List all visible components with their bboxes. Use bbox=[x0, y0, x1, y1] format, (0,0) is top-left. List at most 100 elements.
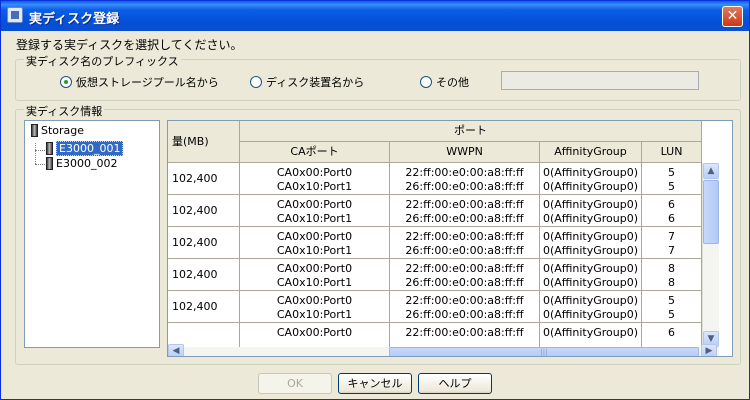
help-button[interactable]: ヘルプ bbox=[418, 373, 492, 394]
affinity-cell: 0(AffinityGroup0) 0(AffinityGroup0) bbox=[540, 163, 642, 195]
radio-pool-name[interactable]: 仮想ストレージプール名から bbox=[60, 74, 219, 90]
disk-icon bbox=[46, 142, 53, 155]
ca-port-cell: CA0x00:Port0 CA0x10:Port1 bbox=[240, 195, 390, 227]
ok-button[interactable]: OK bbox=[258, 373, 332, 394]
wwpn-cell: 22:ff:00:e0:00:a8:ff:ff 26:ff:00:e0:00:a8… bbox=[390, 291, 540, 323]
ca-port-cell: CA0x00:Port0 CA0x10:Port1 bbox=[240, 227, 390, 259]
lun-cell: 88 bbox=[642, 259, 702, 291]
column-header-wwpn[interactable]: WWPN bbox=[390, 142, 540, 163]
horizontal-scrollbar[interactable]: ◀ ||| ▶ bbox=[168, 344, 719, 356]
wwpn-cell-line: 22:ff:00:e0:00:a8:ff:ff bbox=[405, 230, 524, 243]
ca-port-cell: CA0x00:Port0 CA0x10:Port1 bbox=[240, 163, 390, 195]
app-icon bbox=[7, 7, 23, 23]
ca-port-cell-line: CA0x00:Port0 bbox=[276, 294, 353, 307]
disk-info-group: 実ディスク情報 Storage E3000_001 E3000_002 量(MB… bbox=[15, 103, 741, 365]
tree-item-e3000-001[interactable]: E3000_001 bbox=[46, 141, 124, 156]
affinity-cell-line: 0(AffinityGroup0) bbox=[542, 244, 639, 257]
arrow-up-icon[interactable]: ▲ bbox=[703, 163, 719, 179]
tree-root-storage[interactable]: Storage bbox=[31, 124, 84, 137]
radio-selected-icon[interactable] bbox=[60, 76, 72, 88]
wwpn-cell-line: 26:ff:00:e0:00:a8:ff:ff bbox=[405, 276, 524, 289]
arrow-left-icon[interactable]: ◀ bbox=[168, 344, 184, 356]
arrow-right-icon[interactable]: ▶ bbox=[701, 344, 717, 356]
tree-item-e3000-002[interactable]: E3000_002 bbox=[46, 157, 117, 170]
ca-port-cell-line: CA0x10:Port1 bbox=[276, 244, 353, 257]
affinity-cell-line: 0(AffinityGroup0) bbox=[542, 166, 639, 179]
ca-port-cell-line: CA0x10:Port1 bbox=[276, 180, 353, 193]
affinity-cell-line: 0(AffinityGroup0) bbox=[542, 212, 639, 225]
column-header-ca-port[interactable]: CAポート bbox=[240, 142, 390, 163]
wwpn-cell: 22:ff:00:e0:00:a8:ff:ff 26:ff:00:e0:00:a8… bbox=[390, 195, 540, 227]
affinity-cell-line: 0(AffinityGroup0) bbox=[542, 198, 639, 211]
lun-cell-line: 5 bbox=[668, 294, 675, 307]
affinity-cell: 0(AffinityGroup0) 0(AffinityGroup0) bbox=[540, 195, 642, 227]
ca-port-cell-line: CA0x00:Port0 bbox=[276, 230, 353, 243]
table-row[interactable]: 102,400 CA0x00:Port0 CA0x10:Port1 22:ff:00:… bbox=[168, 163, 702, 195]
radio-pool-name-label: 仮想ストレージプール名から bbox=[76, 76, 219, 89]
wwpn-cell-line: 22:ff:00:e0:00:a8:ff:ff bbox=[405, 198, 524, 211]
column-header-port: ポート bbox=[240, 121, 702, 142]
lun-cell-line: 8 bbox=[668, 276, 675, 289]
dialog-body: 登録する実ディスクを選択してください。 実ディスク名のプレフィックス 仮想ストレ… bbox=[4, 31, 746, 397]
close-button[interactable]: ✕ bbox=[722, 6, 743, 27]
lun-cell-line: 5 bbox=[668, 180, 675, 193]
affinity-cell: 0(AffinityGroup0) 0(AffinityGroup0) bbox=[540, 227, 642, 259]
column-header-capacity[interactable]: 量(MB) bbox=[168, 121, 240, 163]
horizontal-scroll-thumb[interactable]: ||| bbox=[389, 347, 699, 356]
table-row[interactable]: 102,400 CA0x00:Port0 CA0x10:Port1 22:ff:00:… bbox=[168, 195, 702, 227]
wwpn-cell: 22:ff:00:e0:00:a8:ff:ff 26:ff:00:e0:00:a8… bbox=[390, 259, 540, 291]
affinity-cell-line: 0(AffinityGroup0) bbox=[542, 326, 639, 339]
ca-port-cell-line: CA0x00:Port0 bbox=[276, 198, 353, 211]
other-prefix-input[interactable] bbox=[501, 71, 699, 90]
affinity-cell-line: 0(AffinityGroup0) bbox=[542, 180, 639, 193]
capacity-value: 102,400 bbox=[172, 236, 218, 249]
capacity-cell: 102,400 bbox=[168, 195, 240, 227]
disk-icon bbox=[31, 124, 38, 137]
lun-cell: 66 bbox=[642, 195, 702, 227]
storage-tree[interactable]: Storage E3000_001 E3000_002 bbox=[24, 120, 160, 348]
wwpn-cell-line: 22:ff:00:e0:00:a8:ff:ff bbox=[405, 262, 524, 275]
wwpn-cell-line: 26:ff:00:e0:00:a8:ff:ff bbox=[405, 212, 524, 225]
lun-cell-line: 6 bbox=[668, 198, 675, 211]
lun-cell-line: 7 bbox=[668, 230, 675, 243]
lun-cell-line: 5 bbox=[668, 166, 675, 179]
radio-unselected-icon[interactable] bbox=[250, 76, 262, 88]
table-row[interactable]: 102,400 CA0x00:Port0 CA0x10:Port1 22:ff:00:… bbox=[168, 291, 702, 323]
radio-device-name-label: ディスク装置名から bbox=[266, 76, 365, 89]
ca-port-cell-line: CA0x10:Port1 bbox=[276, 308, 353, 321]
instruction-text: 登録する実ディスクを選択してください。 bbox=[16, 38, 243, 52]
vertical-scrollbar[interactable]: ▲ ▼ bbox=[702, 163, 719, 347]
radio-other[interactable]: その他 bbox=[420, 74, 469, 90]
table-row[interactable]: 102,400 CA0x00:Port0 CA0x10:Port1 22:ff:00:… bbox=[168, 259, 702, 291]
cancel-button[interactable]: キャンセル bbox=[338, 373, 412, 394]
table-row[interactable]: 102,400 CA0x00:Port0 CA0x10:Port1 22:ff:00:… bbox=[168, 227, 702, 259]
capacity-value: 102,400 bbox=[172, 204, 218, 217]
tree-root-label: Storage bbox=[41, 124, 85, 137]
ca-port-cell: CA0x00:Port0 CA0x10:Port1 bbox=[240, 291, 390, 323]
tree-item-label: E3000_002 bbox=[56, 157, 118, 170]
lun-cell-line: 6 bbox=[668, 326, 675, 339]
radio-other-label: その他 bbox=[436, 76, 469, 89]
capacity-cell: 102,400 bbox=[168, 259, 240, 291]
capacity-cell: 102,400 bbox=[168, 291, 240, 323]
wwpn-cell-line: 22:ff:00:e0:00:a8:ff:ff bbox=[405, 326, 524, 339]
lun-cell: 55 bbox=[642, 163, 702, 195]
column-header-lun[interactable]: LUN bbox=[642, 142, 702, 163]
lun-cell: 55 bbox=[642, 291, 702, 323]
column-header-affinity[interactable]: AffinityGroup bbox=[540, 142, 642, 163]
wwpn-cell-line: 26:ff:00:e0:00:a8:ff:ff bbox=[405, 308, 524, 321]
disk-icon bbox=[46, 157, 53, 170]
affinity-cell-line: 0(AffinityGroup0) bbox=[542, 276, 639, 289]
capacity-value: 102,400 bbox=[172, 268, 218, 281]
disk-table: 量(MB) ポート CAポート WWPN AffinityGroup LUN 1… bbox=[167, 120, 733, 357]
radio-device-name[interactable]: ディスク装置名から bbox=[250, 74, 364, 90]
lun-cell-line: 7 bbox=[668, 244, 675, 257]
window-title: 実ディスク登録 bbox=[29, 12, 120, 27]
ca-port-cell-line: CA0x10:Port1 bbox=[276, 276, 353, 289]
affinity-cell-line: 0(AffinityGroup0) bbox=[542, 308, 639, 321]
wwpn-cell-line: 22:ff:00:e0:00:a8:ff:ff bbox=[405, 166, 524, 179]
vertical-scroll-thumb[interactable] bbox=[703, 180, 719, 244]
radio-unselected-icon[interactable] bbox=[420, 76, 432, 88]
affinity-cell-line: 0(AffinityGroup0) bbox=[542, 262, 639, 275]
capacity-value: 102,400 bbox=[172, 172, 218, 185]
